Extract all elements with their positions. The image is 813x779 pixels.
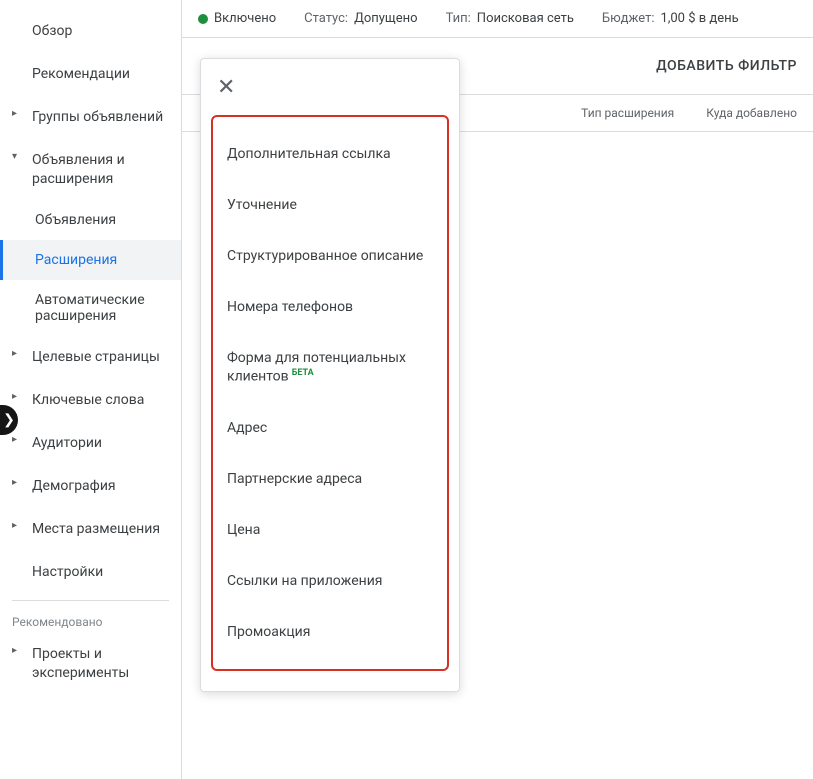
chevron-right-icon: ▸ <box>12 477 32 488</box>
nav-landing-pages[interactable]: ▸Целевые страницы <box>0 336 181 379</box>
chevron-right-icon: ▸ <box>12 391 32 402</box>
nav-ads-extensions[interactable]: ▾Объявления и расширения <box>0 139 181 201</box>
add-filter-button[interactable]: ДОБАВИТЬ ФИЛЬТР <box>656 58 797 74</box>
status-dot-icon <box>198 14 208 24</box>
status-type: Тип: Поисковая сеть <box>446 11 574 26</box>
popup-item-structured-snippet[interactable]: Структурированное описание <box>213 231 447 282</box>
col-added-to[interactable]: Куда добавлено <box>690 106 813 120</box>
chevron-right-icon: ▸ <box>12 434 32 445</box>
nav-placements[interactable]: ▸Места размещения <box>0 508 181 551</box>
status-bar: Включено Статус: Допущено Тип: Поисковая… <box>182 0 813 38</box>
chevron-down-icon: ▾ <box>12 151 32 162</box>
popup-item-lead-form[interactable]: Форма для потенциальных клиентовБЕТА <box>213 333 447 403</box>
subnav-ads[interactable]: Объявления <box>0 200 181 240</box>
chevron-right-icon: ▸ <box>12 348 32 359</box>
popup-item-affiliate-address[interactable]: Партнерские адреса <box>213 454 447 505</box>
popup-item-address[interactable]: Адрес <box>213 403 447 454</box>
popup-item-callout[interactable]: Уточнение <box>213 180 447 231</box>
nav-audiences[interactable]: ▸Аудитории <box>0 422 181 465</box>
nav-recommendations[interactable]: Рекомендации <box>0 53 181 96</box>
recommended-section-label: Рекомендовано <box>0 607 181 633</box>
chevron-right-icon: ▸ <box>12 645 32 656</box>
subnav-extensions[interactable]: Расширения <box>0 240 181 280</box>
sidebar: Обзор Рекомендации ▸Группы объявлений ▾О… <box>0 0 182 779</box>
beta-badge: БЕТА <box>292 368 314 378</box>
popup-item-sitelink[interactable]: Дополнительная ссылка <box>213 129 447 180</box>
close-icon[interactable]: ✕ <box>217 75 235 100</box>
popup-item-promotion[interactable]: Промоакция <box>213 607 447 658</box>
popup-item-phone[interactable]: Номера телефонов <box>213 282 447 333</box>
nav-projects-experiments[interactable]: ▸Проекты и эксперименты <box>0 633 181 695</box>
nav-overview[interactable]: Обзор <box>0 10 181 53</box>
status-enabled: Включено <box>198 11 276 26</box>
popup-body: Дополнительная ссылка Уточнение Структур… <box>211 115 449 671</box>
chevron-right-icon: ▸ <box>12 108 32 119</box>
subnav-auto-extensions[interactable]: Автоматические расширения <box>0 280 181 336</box>
chevron-right-icon: ▸ <box>12 520 32 531</box>
popup-item-app-links[interactable]: Ссылки на приложения <box>213 556 447 607</box>
nav-ad-groups[interactable]: ▸Группы объявлений <box>0 96 181 139</box>
status-budget: Бюджет: 1,00 $ в день <box>602 11 739 26</box>
popup-item-price[interactable]: Цена <box>213 505 447 556</box>
col-extension-type[interactable]: Тип расширения <box>565 106 690 120</box>
nav-keywords[interactable]: ▸Ключевые слова <box>0 379 181 422</box>
nav-settings[interactable]: Настройки <box>0 551 181 594</box>
divider <box>12 600 169 601</box>
extension-type-popup: ✕ Дополнительная ссылка Уточнение Структ… <box>200 58 460 692</box>
chevron-right-icon: ❯ <box>3 412 15 428</box>
status-status: Статус: Допущено <box>304 11 417 26</box>
nav-demographics[interactable]: ▸Демография <box>0 465 181 508</box>
